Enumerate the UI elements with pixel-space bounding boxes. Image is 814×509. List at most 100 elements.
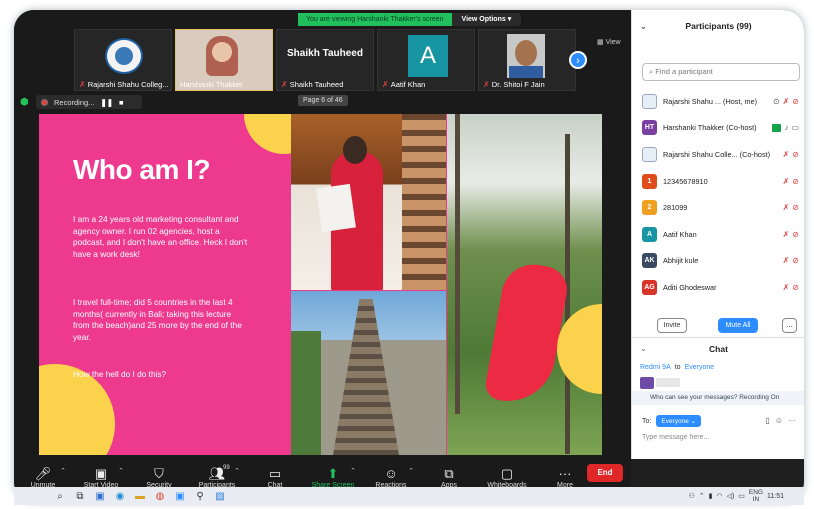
muted-mic-icon: ✗ bbox=[782, 282, 790, 292]
lang-region: IN bbox=[752, 496, 760, 503]
battery-icon[interactable]: ▮ bbox=[709, 492, 713, 500]
participant-row[interactable]: AG Aditi Ghodeswar ✗ ⊘ bbox=[632, 274, 804, 301]
tile-name: Shaikh Tauheed bbox=[289, 80, 344, 89]
more-options-button[interactable]: ... bbox=[782, 318, 797, 333]
security-button[interactable]: ⛉ Security bbox=[130, 465, 188, 489]
search-icon[interactable]: ⌕ bbox=[50, 491, 70, 502]
end-meeting-button[interactable]: End bbox=[587, 464, 623, 482]
participants-button[interactable]: 👥︎ 99 ⌃ Participants bbox=[188, 465, 246, 489]
reactions-button[interactable]: ☺ ⌃ Reactions bbox=[362, 465, 420, 489]
mic-muted-icon: 🎤︎ bbox=[34, 466, 52, 481]
chat-button[interactable]: ▭ Chat bbox=[246, 465, 304, 489]
video-tile[interactable]: A ✗ Aatif Khan bbox=[377, 29, 475, 91]
slide-paragraph: I am a 24 years old marketing consultant… bbox=[73, 214, 248, 259]
file-explorer-icon[interactable]: ▬ bbox=[130, 491, 150, 502]
video-off-icon: ⊘ bbox=[792, 282, 799, 292]
magnifier-icon[interactable]: ⚲ bbox=[190, 491, 210, 502]
chat-header: ⌄ Chat bbox=[632, 337, 804, 359]
participant-name: Harshanki Thakker (Co-host) bbox=[663, 123, 757, 133]
task-view-icon[interactable]: ⧉ bbox=[70, 491, 90, 502]
video-tile[interactable]: ✗ Dr. Shitoi F Jain bbox=[478, 29, 576, 91]
search-placeholder: Find a participant bbox=[655, 67, 713, 76]
chevron-up-icon[interactable]: ⌃ bbox=[699, 492, 705, 500]
video-tile-active[interactable]: Harshanki Thakker bbox=[175, 29, 273, 91]
unmute-button[interactable]: 🎤︎ ⌃ Unmute bbox=[14, 465, 72, 489]
edge-icon[interactable]: ◉ bbox=[110, 491, 130, 502]
slide-paragraph: I travel full-time; did 5 countries in t… bbox=[73, 297, 242, 342]
clock[interactable]: 11:51 bbox=[767, 493, 784, 500]
recording-label: Recording... bbox=[54, 97, 95, 107]
chevron-down-icon[interactable]: ⌄ bbox=[640, 338, 647, 360]
mute-all-button[interactable]: Mute All bbox=[718, 318, 758, 333]
ellipsis-icon[interactable]: ··· bbox=[788, 416, 796, 425]
video-tile[interactable]: Shaikh Tauheed ✗ Shaikh Tauheed bbox=[276, 29, 374, 91]
chat-message-input[interactable]: Type message here... bbox=[642, 434, 709, 441]
video-tile[interactable]: ✗ Rajarshi Shahu Colleg... bbox=[74, 29, 172, 91]
pause-recording-button[interactable]: ❚❚ bbox=[100, 98, 113, 107]
muted-mic-icon: ✗ bbox=[483, 80, 490, 89]
muted-mic-icon: ✗ bbox=[782, 229, 790, 239]
ellipsis-icon: ··· bbox=[558, 466, 572, 481]
participant-avatar: 1 bbox=[642, 173, 657, 189]
stop-recording-button[interactable]: ■ bbox=[119, 98, 124, 107]
tile-name: Harshanki Thakker bbox=[180, 80, 243, 89]
participant-row[interactable]: A Aatif Khan ✗ ⊘ bbox=[632, 221, 804, 248]
language-indicator[interactable]: ENG IN bbox=[749, 489, 763, 503]
chat-visibility-note[interactable]: Who can see your messages? Recording On bbox=[632, 391, 804, 405]
participant-row[interactable]: 2 281099 ✗ ⊘ bbox=[632, 194, 804, 221]
share-banner-message: You are viewing Harshanki Thakker's scre… bbox=[298, 13, 452, 26]
photo-collage bbox=[291, 114, 602, 455]
participant-row[interactable]: 1 12345678910 ✗ ⊘ bbox=[632, 168, 804, 195]
participant-search-input[interactable]: ⌕ Find a participant bbox=[642, 63, 800, 81]
start-video-button[interactable]: ▣ ⌃ Start Video bbox=[72, 465, 130, 489]
apps-button[interactable]: ⧉ Apps bbox=[420, 465, 478, 489]
shield-icon[interactable]: ⬢ bbox=[20, 97, 29, 108]
photo-swing bbox=[447, 114, 602, 455]
recipient-dropdown[interactable]: Everyone ⌄ bbox=[656, 415, 702, 427]
person-icon[interactable]: ⚇ bbox=[688, 492, 694, 500]
participant-row[interactable]: Rajarshi Shahu Colle... (Co-host) ✗ ⊘ bbox=[632, 141, 804, 168]
participant-row[interactable]: Rajarshi Shahu ... (Host, me) ⊙ ✗ ⊘ bbox=[632, 88, 804, 115]
chat-note-text: Who can see your messages? Recording On bbox=[650, 394, 780, 401]
share-screen-icon: ⬆ bbox=[327, 466, 339, 481]
whiteboards-button[interactable]: ▢ Whiteboards bbox=[478, 465, 536, 489]
photos-icon[interactable]: ▨ bbox=[210, 491, 230, 502]
app-icon[interactable]: ▣ bbox=[90, 491, 110, 502]
college-logo bbox=[105, 38, 143, 74]
video-off-icon: ⊘ bbox=[792, 176, 799, 186]
participant-name: Aatif Khan bbox=[663, 229, 697, 239]
chat-recipient: Everyone bbox=[684, 364, 715, 371]
more-button[interactable]: ··· More bbox=[536, 465, 594, 489]
to-label: To: bbox=[642, 417, 652, 425]
view-options-button[interactable]: View Options ▾ bbox=[451, 13, 522, 26]
recording-indicator: Recording... ❚❚ ■ bbox=[36, 95, 142, 109]
mic-icon: ♪ bbox=[784, 123, 789, 133]
side-panel: ⌄ Participants (99) ⌕ Find a participant… bbox=[631, 10, 804, 459]
shared-slide: Who am I? I am a 24 years old marketing … bbox=[39, 114, 602, 455]
muted-mic-icon: ✗ bbox=[782, 176, 790, 186]
invite-button[interactable]: Invite bbox=[657, 318, 687, 333]
display-icon[interactable]: ▭ bbox=[738, 492, 745, 500]
tile-name: Rajarshi Shahu Colleg... bbox=[87, 80, 169, 89]
volume-icon[interactable]: ◁) bbox=[727, 492, 735, 500]
file-icon[interactable]: ▯ bbox=[765, 416, 769, 425]
muted-mic-icon: ✗ bbox=[782, 256, 790, 266]
zoom-icon[interactable]: ▣ bbox=[170, 491, 190, 502]
participant-name: 12345678910 bbox=[663, 176, 708, 186]
share-banner: You are viewing Harshanki Thakker's scre… bbox=[298, 13, 522, 26]
lang-label: ENG bbox=[748, 489, 763, 496]
photo-temple bbox=[291, 291, 446, 455]
next-page-arrow-icon[interactable]: › bbox=[569, 51, 587, 69]
view-button[interactable]: ▦ View bbox=[597, 38, 621, 46]
participant-avatar: 2 bbox=[642, 200, 657, 216]
wifi-icon[interactable]: ◠ bbox=[716, 492, 722, 500]
participant-row[interactable]: AK Abhijit kule ✗ ⊘ bbox=[632, 248, 804, 275]
slide-title: Who am I? bbox=[73, 154, 211, 185]
emoji-icon[interactable]: ☺ bbox=[775, 416, 783, 425]
participant-row[interactable]: HT Harshanki Thakker (Co-host) ♪ ▭ bbox=[632, 115, 804, 142]
share-screen-button[interactable]: ⬆ ⌃ Share Screen bbox=[304, 465, 362, 489]
chevron-down-icon[interactable]: ⌄ bbox=[640, 22, 647, 31]
muted-mic-icon: ✗ bbox=[782, 96, 790, 106]
chrome-icon[interactable]: ◍ bbox=[150, 491, 170, 502]
participant-name: Rajarshi Shahu Colle... (Co-host) bbox=[663, 149, 771, 159]
